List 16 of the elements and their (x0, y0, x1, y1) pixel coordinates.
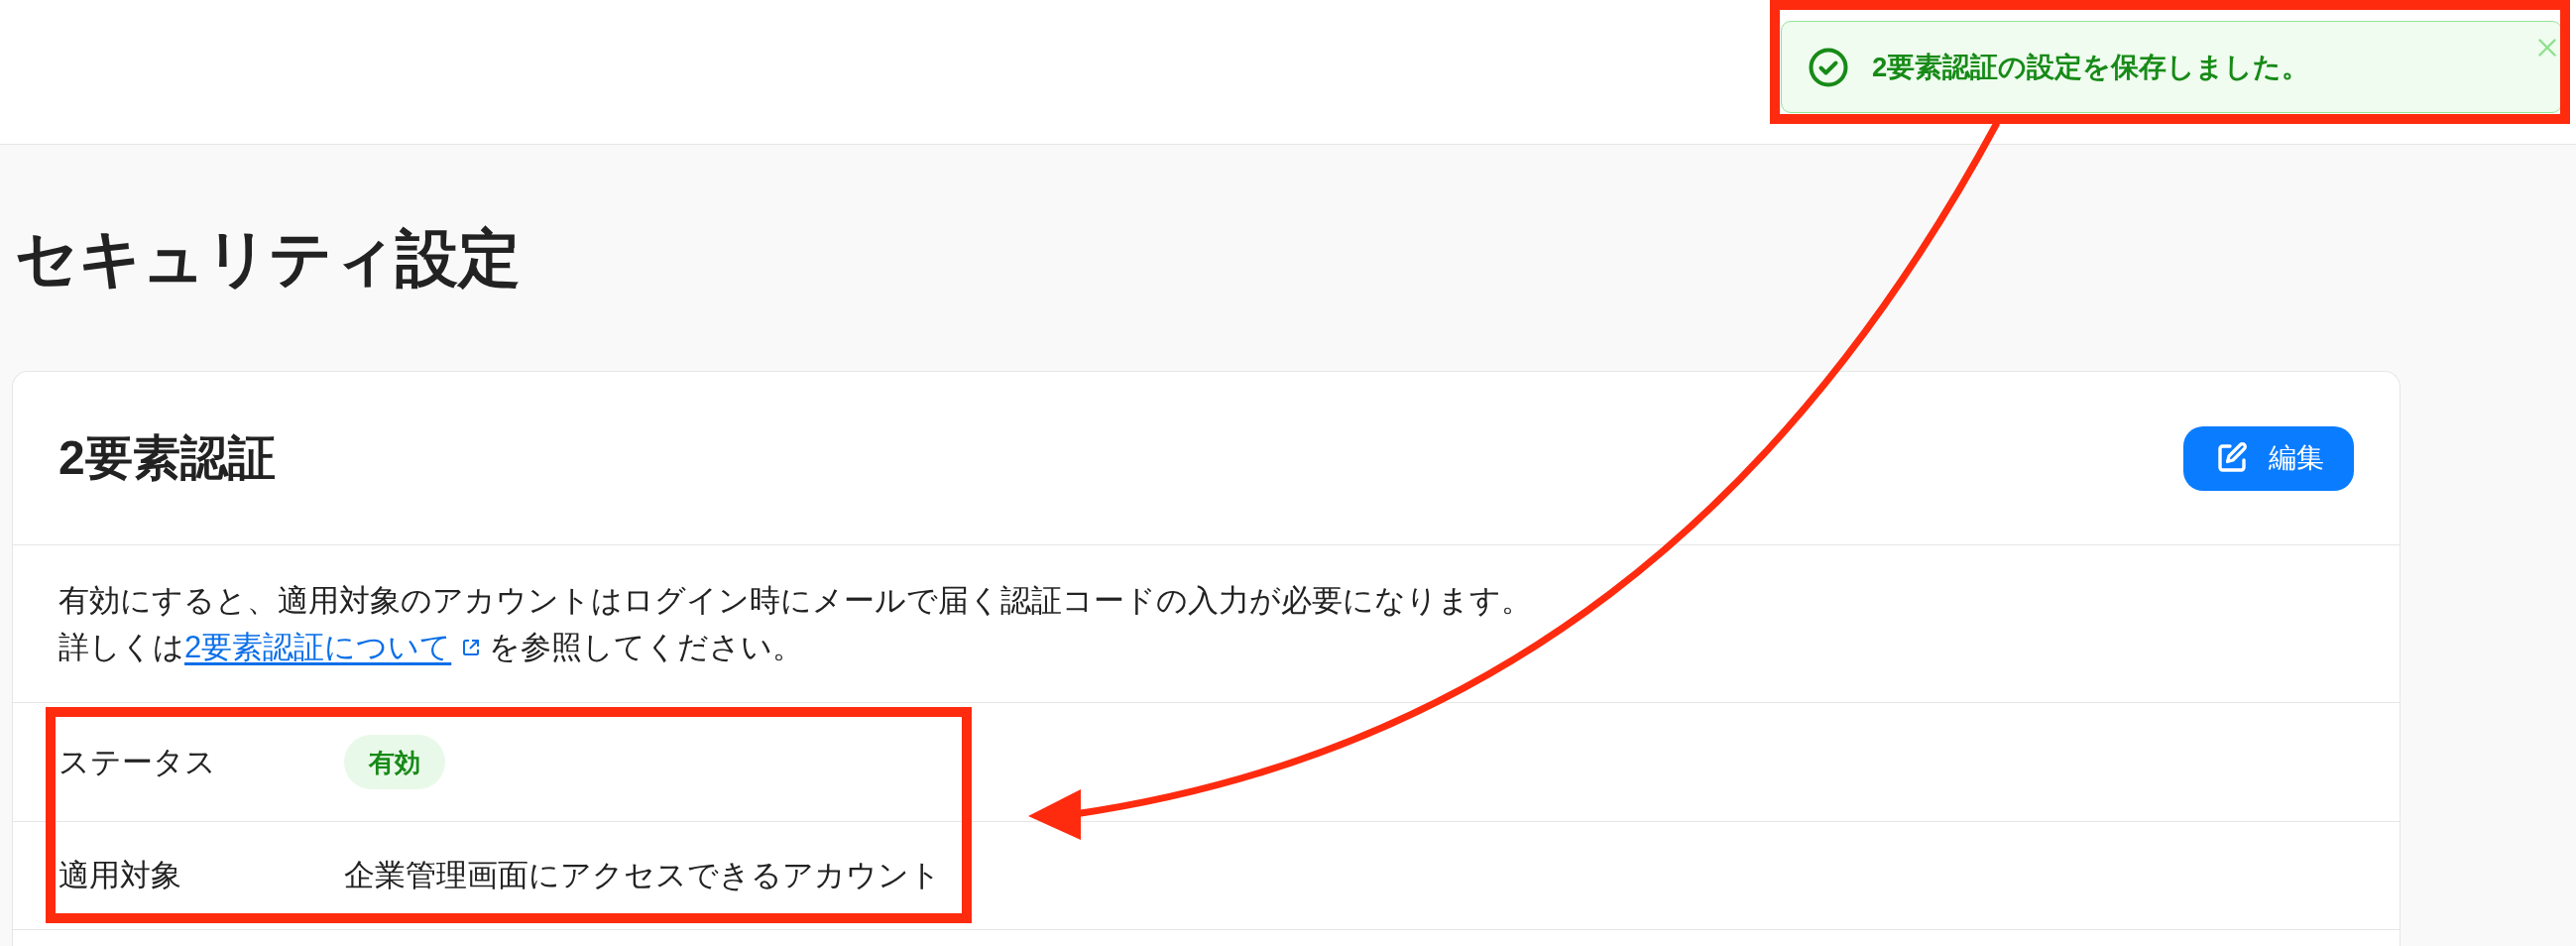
help-link[interactable]: 2要素認証について (184, 630, 490, 664)
toast-message: 2要素認証の設定を保存しました。 (1872, 50, 2310, 84)
card-title: 2要素認証 (59, 430, 276, 486)
field-value: 企業管理画面にアクセスできるアカウント (344, 857, 941, 894)
status-badge: 有効 (344, 735, 445, 789)
description-text: 有効にすると、適用対象のアカウントはログイン時にメールで届く認証コードの入力が必要になります。 (59, 582, 1532, 620)
close-icon (2538, 39, 2556, 57)
reference-text: 詳しくは2要素認証について を参照してください。 (59, 629, 804, 666)
edit-icon (2215, 441, 2249, 475)
field-label: ステータス (59, 743, 216, 781)
field-label: 適用対象 (59, 857, 181, 894)
close-button[interactable] (2536, 37, 2558, 59)
external-link-icon (461, 637, 482, 657)
edit-button[interactable]: 編集 (2183, 425, 2354, 491)
check-circle-icon (1809, 47, 1848, 87)
page-title: セキュリティ設定 (15, 222, 521, 295)
